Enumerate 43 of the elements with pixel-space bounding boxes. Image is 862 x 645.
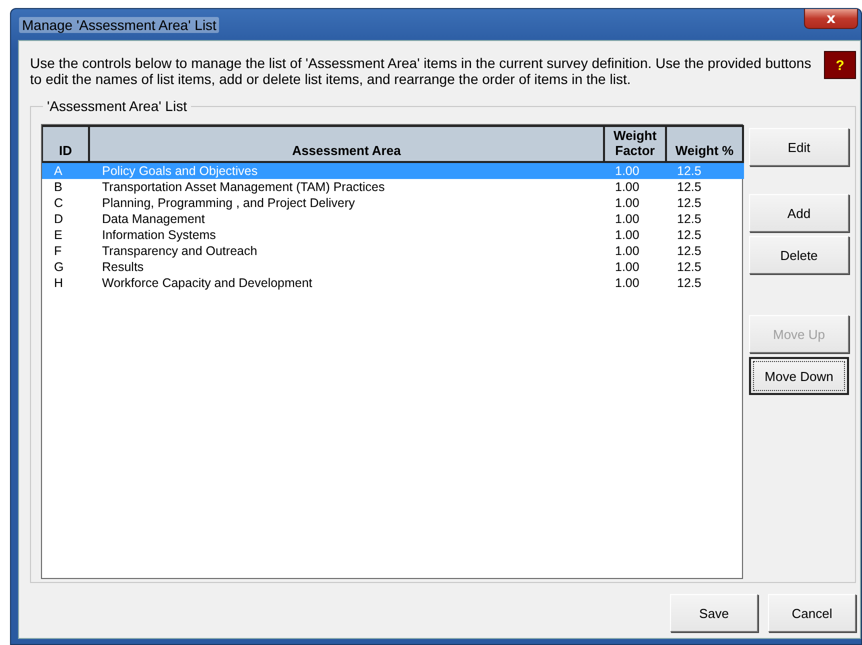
table-cell[interactable]: 12.5 — [667, 259, 744, 275]
help-button[interactable]: ? — [824, 51, 856, 79]
table-cell[interactable]: Data Management — [90, 211, 605, 227]
close-button[interactable]: x — [804, 9, 858, 29]
table-cell[interactable]: 1.00 — [605, 211, 667, 227]
column-header[interactable]: ID — [42, 125, 90, 163]
table-cell[interactable]: Results — [90, 259, 605, 275]
table-cell[interactable]: 1.00 — [605, 243, 667, 259]
table-cell[interactable]: 12.5 — [667, 195, 744, 211]
column-header[interactable]: Weight Factor — [605, 125, 667, 163]
table-cell[interactable]: Planning, Programming , and Project Delivery — [90, 195, 605, 211]
move-down-button[interactable]: Move Down — [749, 357, 849, 395]
table-cell[interactable]: 1.00 — [605, 227, 667, 243]
table-cell[interactable]: Transportation Asset Management (TAM) Practices — [90, 179, 605, 195]
edit-button[interactable]: Edit — [749, 128, 849, 166]
instructions-text: Use the controls below to manage the list of 'Assessment Area' items in the current survey definition. Use the provided buttons to edit the names of list items, add or delete list items, and rearrange the order of items in the list. — [30, 55, 812, 87]
table-cell[interactable]: Information Systems — [90, 227, 605, 243]
table-cell[interactable]: 12.5 — [667, 211, 744, 227]
add-button[interactable]: Add — [749, 194, 849, 232]
table-cell[interactable]: Workforce Capacity and Development — [90, 275, 605, 291]
table-cell[interactable]: G — [42, 259, 90, 275]
table-cell[interactable]: B — [42, 179, 90, 195]
table-cell[interactable]: 12.5 — [667, 227, 744, 243]
table-cell[interactable]: 1.00 — [605, 195, 667, 211]
table-cell[interactable]: F — [42, 243, 90, 259]
table-cell[interactable]: Transparency and Outreach — [90, 243, 605, 259]
table-cell[interactable]: D — [42, 211, 90, 227]
table-cell[interactable]: 1.00 — [605, 275, 667, 291]
table-cell[interactable]: C — [42, 195, 90, 211]
window-title: Manage 'Assessment Area' List — [19, 16, 220, 32]
table-cell[interactable]: 12.5 — [667, 179, 744, 195]
table-cell[interactable]: H — [42, 275, 90, 291]
column-header[interactable]: Assessment Area — [90, 125, 605, 163]
column-header[interactable]: Weight % — [667, 125, 744, 163]
delete-button[interactable]: Delete — [749, 236, 849, 274]
table-cell[interactable]: 1.00 — [605, 259, 667, 275]
table-cell[interactable]: 12.5 — [667, 275, 744, 291]
save-button[interactable]: Save — [670, 594, 758, 632]
cancel-button[interactable]: Cancel — [768, 594, 856, 632]
table-cell[interactable]: 12.5 — [667, 243, 744, 259]
group-title: 'Assessment Area' List — [43, 98, 191, 114]
table-cell[interactable]: 1.00 — [605, 179, 667, 195]
table-cell[interactable]: E — [42, 227, 90, 243]
